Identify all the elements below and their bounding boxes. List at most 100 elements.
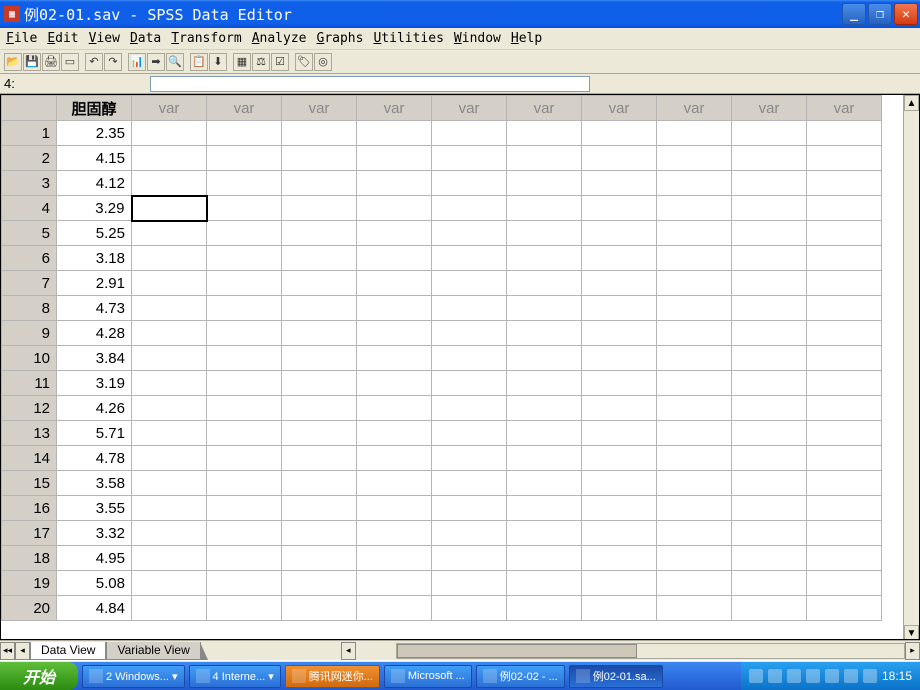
data-cell[interactable] [507,546,582,571]
taskbar-item[interactable]: 2 Windows... ▾ [82,665,185,688]
data-cell[interactable] [432,496,507,521]
data-cell[interactable] [507,296,582,321]
data-cell[interactable] [732,446,807,471]
data-cell[interactable] [507,521,582,546]
start-button[interactable]: 开始 [0,662,78,690]
data-cell[interactable] [132,346,207,371]
data-cell[interactable] [507,196,582,221]
taskbar-item[interactable]: Microsoft ... [384,665,472,688]
row-header[interactable]: 19 [2,571,57,596]
data-cell[interactable] [357,446,432,471]
data-cell[interactable] [732,371,807,396]
maximize-button[interactable]: ❐ [868,3,892,25]
menu-transform[interactable]: Transform [171,31,241,46]
data-cell[interactable] [132,321,207,346]
row-header[interactable]: 5 [2,221,57,246]
data-cell[interactable] [132,171,207,196]
data-cell[interactable] [507,496,582,521]
close-button[interactable]: ✕ [894,3,918,25]
data-cell[interactable] [282,396,357,421]
data-cell[interactable] [732,321,807,346]
data-cell[interactable]: 2.35 [57,121,132,146]
data-cell[interactable] [207,546,282,571]
data-cell[interactable] [132,471,207,496]
column-header[interactable]: 胆固醇 [57,96,132,121]
data-cell[interactable] [657,346,732,371]
data-cell[interactable] [432,446,507,471]
data-cell[interactable] [432,196,507,221]
data-cell[interactable] [207,296,282,321]
data-cell[interactable] [357,196,432,221]
data-cell[interactable] [357,246,432,271]
data-cell[interactable] [357,546,432,571]
data-cell[interactable] [282,296,357,321]
data-cell[interactable]: 4.84 [57,596,132,621]
data-cell[interactable] [807,446,882,471]
data-cell[interactable] [507,421,582,446]
data-cell[interactable] [282,471,357,496]
data-cell[interactable] [432,271,507,296]
value-labels-icon[interactable]: 🏷 [295,53,313,71]
tray-icon[interactable] [806,669,820,683]
data-cell[interactable] [582,171,657,196]
data-cell[interactable] [582,471,657,496]
data-cell[interactable] [432,396,507,421]
grid-corner[interactable] [2,96,57,121]
system-tray[interactable]: 18:15 [741,662,920,690]
data-cell[interactable] [732,221,807,246]
data-cell[interactable] [282,346,357,371]
data-cell[interactable] [432,421,507,446]
data-cell[interactable] [732,346,807,371]
open-icon[interactable]: 📂 [4,53,22,71]
column-header[interactable]: var [732,96,807,121]
data-cell[interactable] [357,171,432,196]
weight-icon[interactable]: ⚖ [252,53,270,71]
row-header[interactable]: 8 [2,296,57,321]
data-cell[interactable] [507,596,582,621]
data-cell[interactable]: 4.78 [57,446,132,471]
data-cell[interactable] [282,546,357,571]
row-header[interactable]: 16 [2,496,57,521]
menu-view[interactable]: View [89,31,120,46]
menu-utilities[interactable]: Utilities [373,31,443,46]
tray-icon[interactable] [749,669,763,683]
data-cell[interactable] [207,471,282,496]
tab-nav-prev[interactable]: ◂ [15,642,30,660]
data-cell[interactable]: 4.28 [57,321,132,346]
column-header[interactable]: var [357,96,432,121]
data-cell[interactable]: 4.26 [57,396,132,421]
data-cell[interactable] [357,346,432,371]
data-cell[interactable] [657,396,732,421]
data-cell[interactable] [207,271,282,296]
menu-data[interactable]: Data [130,31,161,46]
data-cell[interactable] [207,246,282,271]
data-cell[interactable] [732,521,807,546]
menu-analyze[interactable]: Analyze [252,31,307,46]
data-cell[interactable] [657,571,732,596]
menu-help[interactable]: Help [511,31,542,46]
scroll-down-icon[interactable]: ▼ [904,625,919,640]
data-cell[interactable] [357,496,432,521]
data-cell[interactable] [132,571,207,596]
data-cell[interactable] [507,446,582,471]
data-cell[interactable] [807,396,882,421]
data-cell[interactable] [132,196,207,221]
data-cell[interactable] [132,221,207,246]
menu-edit[interactable]: Edit [47,31,78,46]
data-cell[interactable] [282,146,357,171]
row-header[interactable]: 12 [2,396,57,421]
data-cell[interactable] [207,571,282,596]
row-header[interactable]: 4 [2,196,57,221]
data-cell[interactable] [507,471,582,496]
data-cell[interactable] [582,196,657,221]
data-cell[interactable] [807,196,882,221]
data-cell[interactable] [282,246,357,271]
data-cell[interactable]: 4.15 [57,146,132,171]
data-cell[interactable] [732,496,807,521]
data-cell[interactable] [432,246,507,271]
data-cell[interactable] [657,521,732,546]
data-cell[interactable] [357,221,432,246]
data-cell[interactable] [282,446,357,471]
data-cell[interactable]: 4.73 [57,296,132,321]
data-cell[interactable] [207,321,282,346]
